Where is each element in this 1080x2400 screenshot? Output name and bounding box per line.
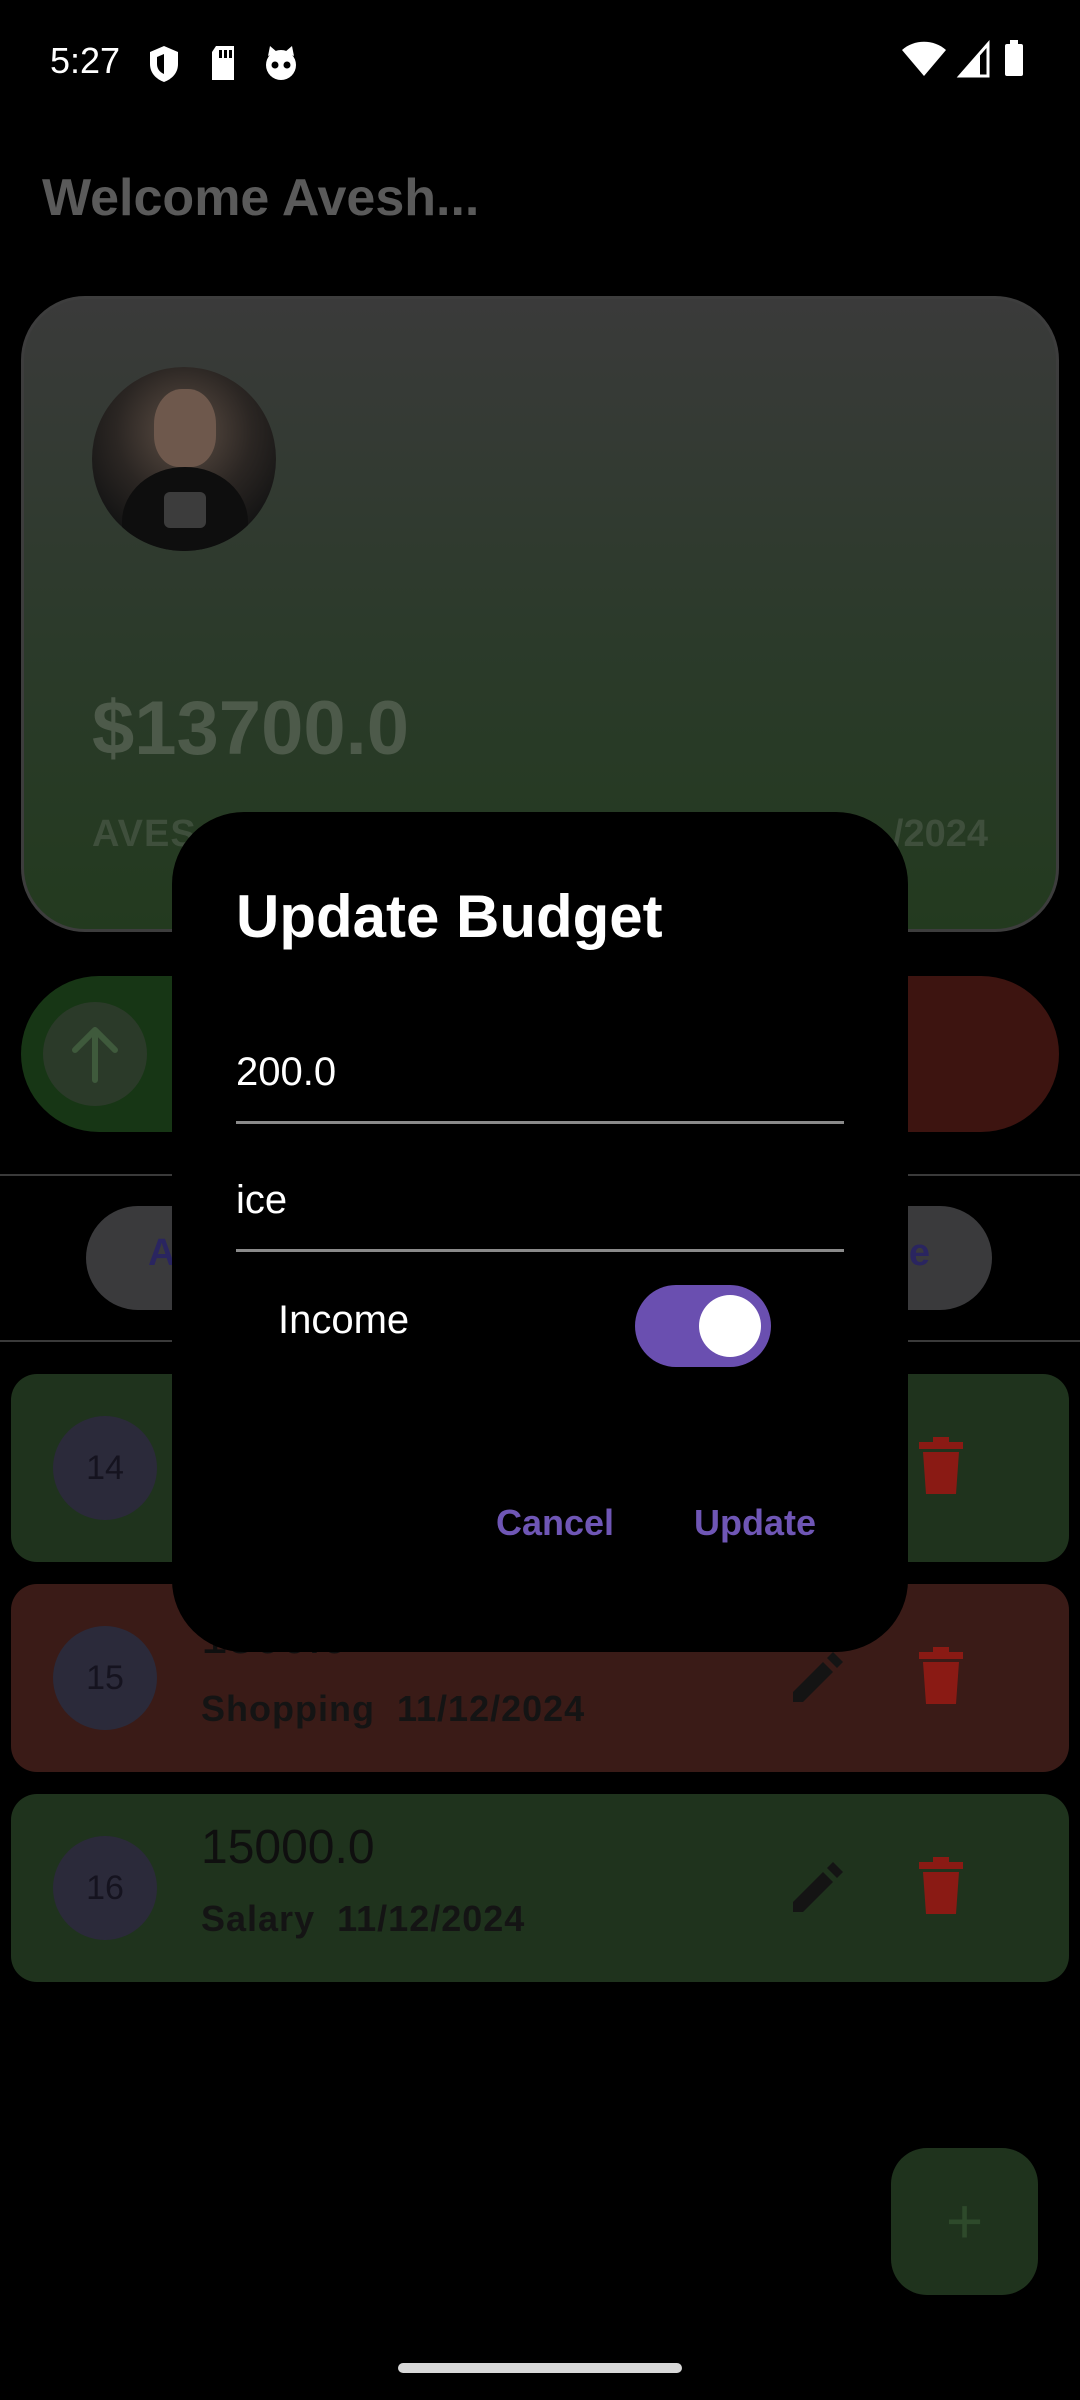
- balance-amount: $13700.0: [92, 686, 409, 771]
- transaction-number: 14: [53, 1416, 157, 1520]
- delete-icon[interactable]: [915, 1436, 967, 1496]
- wifi-icon: [902, 41, 946, 76]
- card-date: /2024: [892, 813, 988, 855]
- income-toggle[interactable]: [635, 1285, 771, 1367]
- status-time: 5:27: [50, 40, 121, 81]
- delete-icon[interactable]: [915, 1646, 967, 1706]
- description-input[interactable]: [236, 1152, 844, 1252]
- transaction-date: 11/12/2024: [337, 1898, 526, 1939]
- delete-icon[interactable]: [915, 1856, 967, 1916]
- add-transaction-button[interactable]: +: [891, 2148, 1038, 2295]
- update-button[interactable]: Update: [694, 1502, 816, 1544]
- battery-icon: [1005, 40, 1023, 76]
- transaction-category: Shopping: [201, 1688, 375, 1729]
- filter-right-label: e: [908, 1232, 930, 1274]
- update-budget-dialog: Update Budget Income Cancel Update: [172, 812, 908, 1652]
- avatar: [92, 367, 276, 551]
- plus-icon: +: [945, 2185, 984, 2257]
- transaction-meta: Salary 11/12/2024: [201, 1898, 525, 1940]
- edit-icon[interactable]: [789, 1860, 845, 1916]
- home-indicator[interactable]: [398, 2363, 682, 2373]
- transaction-meta: Shopping 11/12/2024: [201, 1688, 585, 1730]
- transaction-amount: 15000.0: [201, 1821, 375, 1874]
- transaction-number: 15: [53, 1626, 157, 1730]
- signal-icon: [956, 40, 990, 78]
- transaction-category: Salary: [201, 1898, 316, 1939]
- arrow-up-icon: [43, 1002, 147, 1106]
- transaction-number: 16: [53, 1836, 157, 1940]
- status-bar: 5:27: [0, 0, 1080, 130]
- welcome-heading: Welcome Avesh...: [42, 169, 480, 227]
- shield-icon: [146, 44, 182, 89]
- cancel-button[interactable]: Cancel: [496, 1502, 614, 1544]
- cat-face-icon: [262, 44, 300, 87]
- toggle-knob: [699, 1295, 761, 1357]
- dialog-title: Update Budget: [236, 883, 663, 950]
- income-toggle-label: Income: [278, 1298, 410, 1342]
- transaction-date: 11/12/2024: [396, 1688, 586, 1729]
- sd-card-icon: [208, 44, 238, 87]
- edit-icon[interactable]: [789, 1650, 845, 1706]
- transaction-card[interactable]: 16 15000.0 Salary 11/12/2024: [11, 1794, 1069, 1982]
- status-right-icons: [900, 40, 1030, 85]
- amount-input[interactable]: [236, 1024, 844, 1124]
